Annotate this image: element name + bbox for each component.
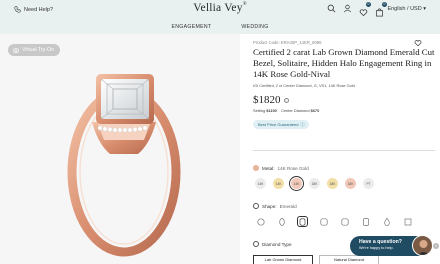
product-code: Product Code: ERA40P_14KR_8095 (253, 40, 322, 45)
product-info: Product Code: ERA40P_14KR_8095 Certified… (253, 40, 435, 131)
product-gallery: Virtual Try-On (0, 34, 240, 264)
diamond-type-indicator-icon (253, 241, 259, 247)
pear-icon (383, 217, 390, 226)
oval-icon (278, 217, 285, 226)
phone-icon (14, 6, 21, 13)
shape-option[interactable] (297, 216, 308, 227)
user-icon[interactable] (343, 4, 352, 13)
shape-option[interactable] (381, 216, 392, 227)
nav-engagement[interactable]: ENGAGEMENT (171, 24, 211, 30)
diamond-type-label: Diamond Type (262, 241, 292, 247)
nav-wedding[interactable]: WEDDING (241, 24, 268, 30)
metal-option[interactable]: 18K (309, 178, 320, 189)
help-link[interactable]: Need Help? (14, 6, 53, 13)
metal-option[interactable]: 18K (345, 178, 356, 189)
wishlist-count: 0 (366, 2, 371, 7)
brand-logo[interactable]: Vellia Vey® (172, 2, 268, 14)
ring-image (67, 74, 181, 257)
princess-icon (404, 218, 411, 225)
brand-name: Vellia Vey (193, 2, 243, 14)
metal-label: Metal: (262, 165, 275, 171)
site-header: Need Help? Vellia Vey® ENGAGEMENT WEDDIN… (0, 0, 440, 34)
shape-indicator-icon (253, 203, 259, 209)
metal-option[interactable]: 14K (288, 175, 305, 192)
cart-button[interactable]: 0 (375, 2, 387, 17)
price-breakdown: Setting $1150 Center Diamond $670 (253, 108, 435, 113)
shape-option[interactable] (339, 216, 350, 227)
divider (253, 150, 435, 151)
bag-icon (375, 8, 384, 17)
main-nav: ENGAGEMENT WEDDING (0, 24, 440, 30)
shape-option[interactable] (360, 216, 371, 227)
cart-count: 0 (382, 2, 387, 7)
metal-option[interactable]: PT (363, 178, 374, 189)
shape-option[interactable] (276, 216, 287, 227)
center-label: Center Diamond (281, 108, 310, 113)
metal-option[interactable]: 14K (273, 178, 284, 189)
metal-swatch-icon (253, 165, 259, 171)
search-icon[interactable] (327, 4, 336, 13)
asscher-icon (340, 217, 349, 226)
metal-option[interactable]: 18K (327, 178, 338, 189)
try-on-label: Virtual Try-On (22, 47, 54, 53)
setting-price: $1150 (266, 108, 277, 113)
info-icon: ⓘ (300, 121, 305, 127)
shape-value: Emerald (279, 203, 297, 209)
setting-label: Setting (253, 108, 266, 113)
metal-options: 14K 14K 14K 18K 18K 18K PT (255, 175, 374, 192)
person-icon (417, 240, 430, 255)
guarantee-label: Best Price Guaranteed (258, 122, 299, 127)
diamond-type-lab[interactable]: Lab Grown Diamond (253, 255, 313, 264)
wishlist-button[interactable]: 0 (359, 2, 371, 17)
diamond-type-option-label: Diamond Type (253, 241, 292, 247)
diamond-type-options: Lab Grown Diamond Natural Diamond (253, 255, 379, 264)
shape-option[interactable] (255, 216, 266, 227)
diamond-type-natural[interactable]: Natural Diamond (319, 255, 379, 264)
product-title: Certified 2 carat Lab Grown Diamond Emer… (253, 47, 435, 79)
metal-option-label: Metal: 14K Rose Gold (253, 165, 309, 171)
product-price: $1820 (253, 94, 281, 106)
emerald-icon (299, 218, 306, 225)
language-selector[interactable]: English / USD ▾ (387, 6, 426, 12)
brand-mark: ® (242, 2, 247, 7)
camera-icon (13, 48, 19, 53)
chevron-down-icon: ▾ (423, 6, 426, 12)
radiant-icon (362, 217, 369, 226)
cushion-icon (319, 217, 328, 226)
price-info-icon[interactable]: i (283, 97, 289, 103)
shape-options (255, 216, 413, 227)
metal-value: 14K Rose Gold (277, 165, 309, 171)
language-label: English / USD (387, 6, 422, 12)
round-icon (256, 217, 265, 226)
center-price: $670 (310, 108, 320, 113)
best-price-badge[interactable]: Best Price Guaranteed ⓘ (253, 120, 310, 129)
product-subtitle: IGI Certified, 2 ct Center Diamond, G, V… (253, 83, 355, 88)
price-row: $1820 i (253, 94, 435, 106)
shape-label: Shape: (262, 203, 277, 209)
shape-option-label: Shape: Emerald (253, 203, 297, 209)
shape-option[interactable] (402, 216, 413, 227)
chat-close-button[interactable]: × (433, 243, 439, 249)
header-icons: 0 0 (327, 2, 387, 17)
metal-option[interactable]: 14K (255, 178, 266, 189)
help-label: Need Help? (24, 6, 54, 13)
heart-icon (359, 9, 368, 17)
chat-agent-avatar[interactable] (412, 235, 433, 256)
shape-option[interactable] (318, 216, 329, 227)
